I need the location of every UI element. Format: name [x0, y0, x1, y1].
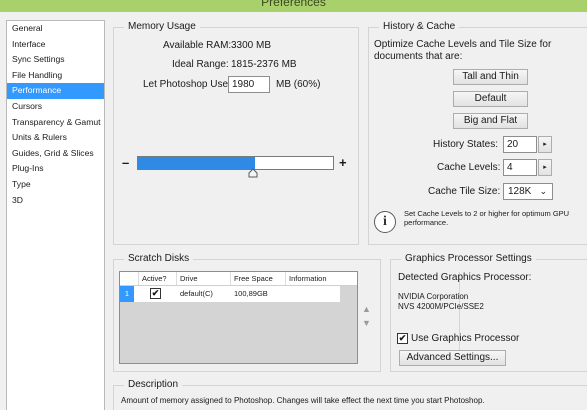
gpu-vendor: NVIDIA Corporation — [398, 292, 469, 301]
slider-plus: + — [339, 155, 347, 170]
ideal-range-value: 1815-2376 MB — [231, 59, 297, 70]
col-header-active[interactable]: Active? — [139, 272, 177, 285]
memory-unit-label: MB (60%) — [276, 79, 321, 90]
active-checkbox[interactable]: ✔ — [150, 288, 161, 299]
cache-levels-label: Cache Levels: — [437, 162, 501, 173]
sidebar-item-sync-settings[interactable]: Sync Settings — [7, 52, 104, 68]
sidebar-item-type[interactable]: Type — [7, 177, 104, 193]
row-number: 1 — [120, 286, 134, 302]
col-header-num — [120, 272, 139, 285]
col-header-drive[interactable]: Drive — [177, 272, 231, 285]
chevron-down-icon: ⌄ — [539, 186, 547, 196]
free-space-cell: 100,89GB — [234, 289, 268, 298]
scratch-disks-title: Scratch Disks — [124, 253, 194, 265]
sidebar-item-units-rulers[interactable]: Units & Rulers — [7, 130, 104, 146]
sidebar-item-file-handling[interactable]: File Handling — [7, 68, 104, 84]
description-text: Amount of memory assigned to Photoshop. … — [121, 396, 485, 405]
use-gpu-checkbox[interactable]: ✔ — [397, 333, 408, 344]
info-icon: i — [374, 211, 396, 233]
gpu-settings-title: Graphics Processor Settings — [401, 253, 536, 265]
sidebar-item-guides-grid-slices[interactable]: Guides, Grid & Slices — [7, 146, 104, 162]
move-down-icon[interactable]: ▼ — [362, 318, 371, 328]
drive-cell: default(C) — [180, 289, 213, 298]
col-header-information[interactable]: Information — [286, 272, 346, 285]
default-button[interactable]: Default — [453, 91, 528, 107]
tall-and-thin-button[interactable]: Tall and Thin — [453, 69, 528, 85]
gpu-model: NVS 4200M/PCIe/SSE2 — [398, 302, 484, 311]
memory-slider-thumb[interactable] — [248, 168, 258, 178]
detected-gpu-label: Detected Graphics Processor: — [398, 272, 532, 283]
scratch-disks-table[interactable]: Active? Drive Free Space Information 1 ✔… — [119, 271, 477, 364]
window-title: Preferences — [261, 0, 326, 9]
history-states-input[interactable]: 20 — [503, 136, 537, 153]
available-ram-label: Available RAM: — [163, 40, 232, 51]
sidebar-item-performance[interactable]: Performance — [7, 83, 104, 99]
cache-tile-size-select[interactable]: 128K ⌄ — [503, 183, 553, 200]
sidebar-item-transparency-gamut[interactable]: Transparency & Gamut — [7, 115, 104, 131]
memory-slider-track[interactable] — [137, 156, 334, 170]
memory-amount-input[interactable]: 1980 — [228, 76, 270, 93]
cache-tile-size-label: Cache Tile Size: — [428, 186, 501, 197]
let-photoshop-use-label: Let Photoshop Use: — [143, 79, 231, 90]
big-and-flat-button[interactable]: Big and Flat — [453, 113, 528, 129]
sidebar-item-cursors[interactable]: Cursors — [7, 99, 104, 115]
available-ram-value: 3300 MB — [231, 40, 272, 51]
optimize-description: Optimize Cache Levels and Tile Size for … — [374, 39, 552, 62]
ideal-range-label: Ideal Range: — [172, 59, 229, 70]
sidebar-item-general[interactable]: General — [7, 21, 104, 37]
history-states-spinner[interactable]: ▸ — [538, 136, 552, 153]
memory-usage-title: Memory Usage — [124, 21, 200, 33]
preferences-sidebar: General Interface Sync Settings File Han… — [6, 20, 105, 410]
cache-levels-input[interactable]: 4 — [503, 159, 537, 176]
history-cache-title: History & Cache — [379, 21, 460, 33]
cache-tile-size-value: 128K — [508, 186, 532, 197]
table-row[interactable]: 1 ✔ default(C) 100,89GB — [120, 286, 340, 302]
history-states-label: History States: — [433, 139, 499, 150]
scratch-table-header: Active? Drive Free Space Information — [120, 272, 357, 286]
advanced-settings-button[interactable]: Advanced Settings... — [399, 350, 506, 366]
sidebar-item-3d[interactable]: 3D — [7, 193, 104, 209]
memory-slider-fill — [138, 157, 255, 169]
sidebar-item-plug-ins[interactable]: Plug-Ins — [7, 161, 104, 177]
slider-minus: – — [122, 155, 130, 170]
gpu-cache-note: Set Cache Levels to 2 or higher for opti… — [404, 209, 570, 227]
sidebar-item-interface[interactable]: Interface — [7, 37, 104, 53]
use-gpu-label: Use Graphics Processor — [411, 333, 520, 344]
description-title: Description — [124, 379, 183, 391]
cache-levels-spinner[interactable]: ▸ — [538, 159, 552, 176]
col-header-free-space[interactable]: Free Space — [231, 272, 286, 285]
title-bar: Preferences — [0, 0, 587, 12]
move-up-icon[interactable]: ▲ — [362, 304, 371, 314]
